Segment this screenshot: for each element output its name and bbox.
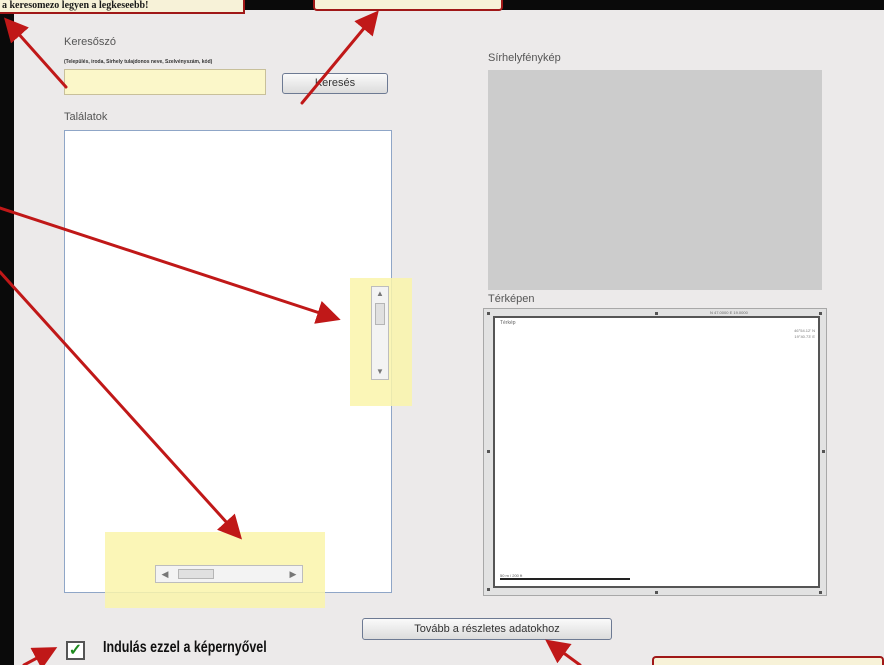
results-label: Találatok	[64, 111, 108, 123]
search-label: Keresőszó	[64, 36, 116, 48]
map-label: Térképen	[488, 293, 535, 305]
map-coordinates: 46°54.12' N 19°40.73' E	[794, 328, 815, 339]
scroll-thumb-vertical[interactable]	[375, 303, 385, 325]
results-list[interactable]	[64, 130, 392, 593]
grave-photo	[488, 70, 822, 290]
scroll-thumb-horizontal[interactable]	[178, 569, 214, 579]
annotation-note: a keresomezo legyen a legkeseebb!	[0, 0, 245, 14]
search-button[interactable]: Keresés	[282, 73, 388, 94]
map-tick	[822, 450, 825, 453]
annotation-box-top	[313, 0, 503, 11]
map-tick	[487, 450, 490, 453]
scroll-left-icon[interactable]: ◀	[158, 568, 172, 580]
vertical-scrollbar[interactable]: ▲ ▼	[371, 286, 389, 380]
map-tick	[655, 312, 658, 315]
scroll-down-icon[interactable]: ▼	[374, 366, 386, 378]
annotation-box-bottom	[652, 656, 884, 665]
map-scale-bar	[500, 578, 630, 580]
map-tick	[819, 591, 822, 594]
search-input[interactable]	[64, 69, 266, 95]
map-tick	[655, 591, 658, 594]
horizontal-scrollbar[interactable]: ◀ ▶	[155, 565, 303, 583]
search-hint: (Település, iroda, Sirhely tulajdonos ne…	[64, 59, 213, 65]
map-tick	[487, 312, 490, 315]
map-tick	[487, 588, 490, 591]
photo-label: Sírhelyfénykép	[488, 52, 561, 64]
scroll-up-icon[interactable]: ▲	[374, 288, 386, 300]
scroll-right-icon[interactable]: ▶	[286, 568, 300, 580]
map-tick	[819, 312, 822, 315]
startup-checkbox[interactable]: ✓	[66, 641, 85, 660]
startup-checkbox-label: Indulás ezzel a képernyővel	[103, 639, 267, 656]
map-title: Térkép	[500, 320, 516, 326]
next-details-button[interactable]: Tovább a részletes adatokhoz	[362, 618, 612, 640]
map-view[interactable]: Térkép 46°54.12' N 19°40.73' E 50 m / 20…	[493, 316, 820, 588]
map-top-text: N 47.0000 E 19.0000	[710, 310, 748, 315]
